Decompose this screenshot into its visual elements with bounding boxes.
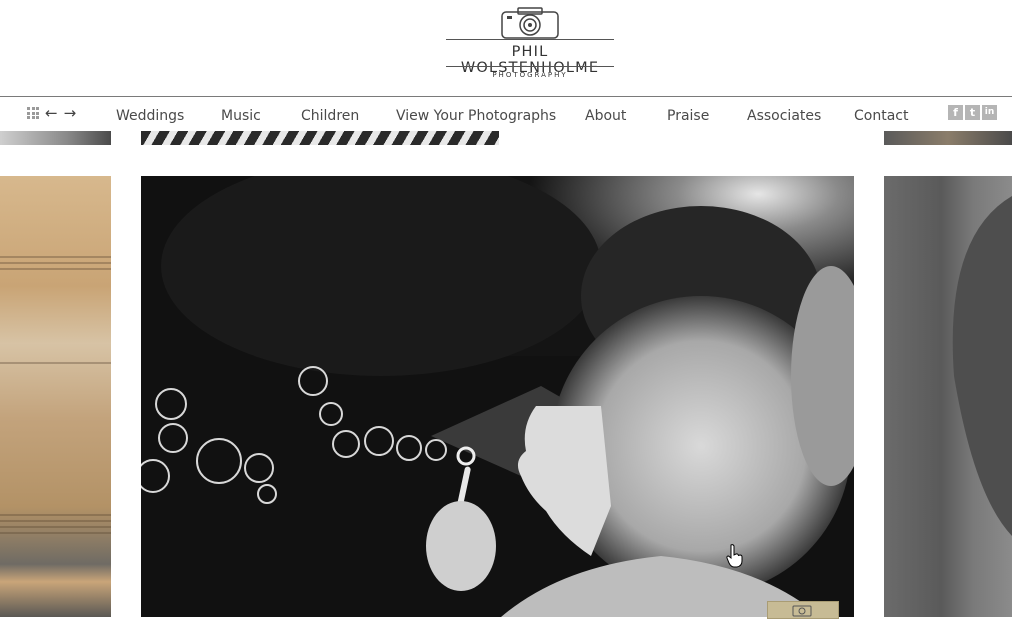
prev-row-photo-left[interactable] (0, 131, 111, 145)
nav-item-associates[interactable]: Associates (747, 108, 821, 124)
twitter-icon[interactable]: t (965, 105, 980, 120)
gallery-controls: ← → (27, 105, 76, 121)
main-photo-image (141, 176, 854, 617)
right-photo-image (952, 196, 1012, 536)
prev-row-photo-center[interactable] (141, 131, 499, 145)
logo-rule-top (446, 39, 614, 40)
brand-tagline: PHOTOGRAPHY (492, 71, 568, 79)
prev-row-photo-right[interactable] (884, 131, 1012, 145)
site-logo[interactable]: PHIL WOLSTENHOLME PHOTOGRAPHY (440, 6, 620, 86)
nav-item-weddings[interactable]: Weddings (116, 108, 184, 124)
camera-icon (501, 7, 559, 39)
site-header: PHIL WOLSTENHOLME PHOTOGRAPHY (0, 0, 1012, 96)
grid-icon[interactable] (27, 107, 39, 119)
gallery-photo-left[interactable] (0, 176, 111, 617)
logo-rule-bottom (446, 66, 614, 67)
facebook-icon[interactable]: f (948, 105, 963, 120)
arrow-left-icon[interactable]: ← (45, 106, 58, 121)
nav-item-contact[interactable]: Contact (854, 108, 908, 124)
gallery-photo-main[interactable] (141, 176, 854, 617)
hand-cursor-icon (726, 544, 743, 568)
nav-item-music[interactable]: Music (221, 108, 261, 124)
gallery-photo-right[interactable] (884, 176, 1012, 617)
social-links: f t in (948, 105, 997, 120)
nav-item-about[interactable]: About (585, 108, 626, 124)
linkedin-icon[interactable]: in (982, 105, 997, 120)
camera-icon (792, 605, 812, 617)
nav-item-view-your-photographs[interactable]: View Your Photographs (396, 108, 556, 124)
nav-item-praise[interactable]: Praise (667, 108, 709, 124)
nav-item-children[interactable]: Children (301, 108, 359, 124)
photo-watermark (767, 601, 839, 619)
main-nav: ← → Weddings Music Children View Your Ph… (0, 96, 1012, 131)
arrow-right-icon[interactable]: → (64, 106, 77, 121)
